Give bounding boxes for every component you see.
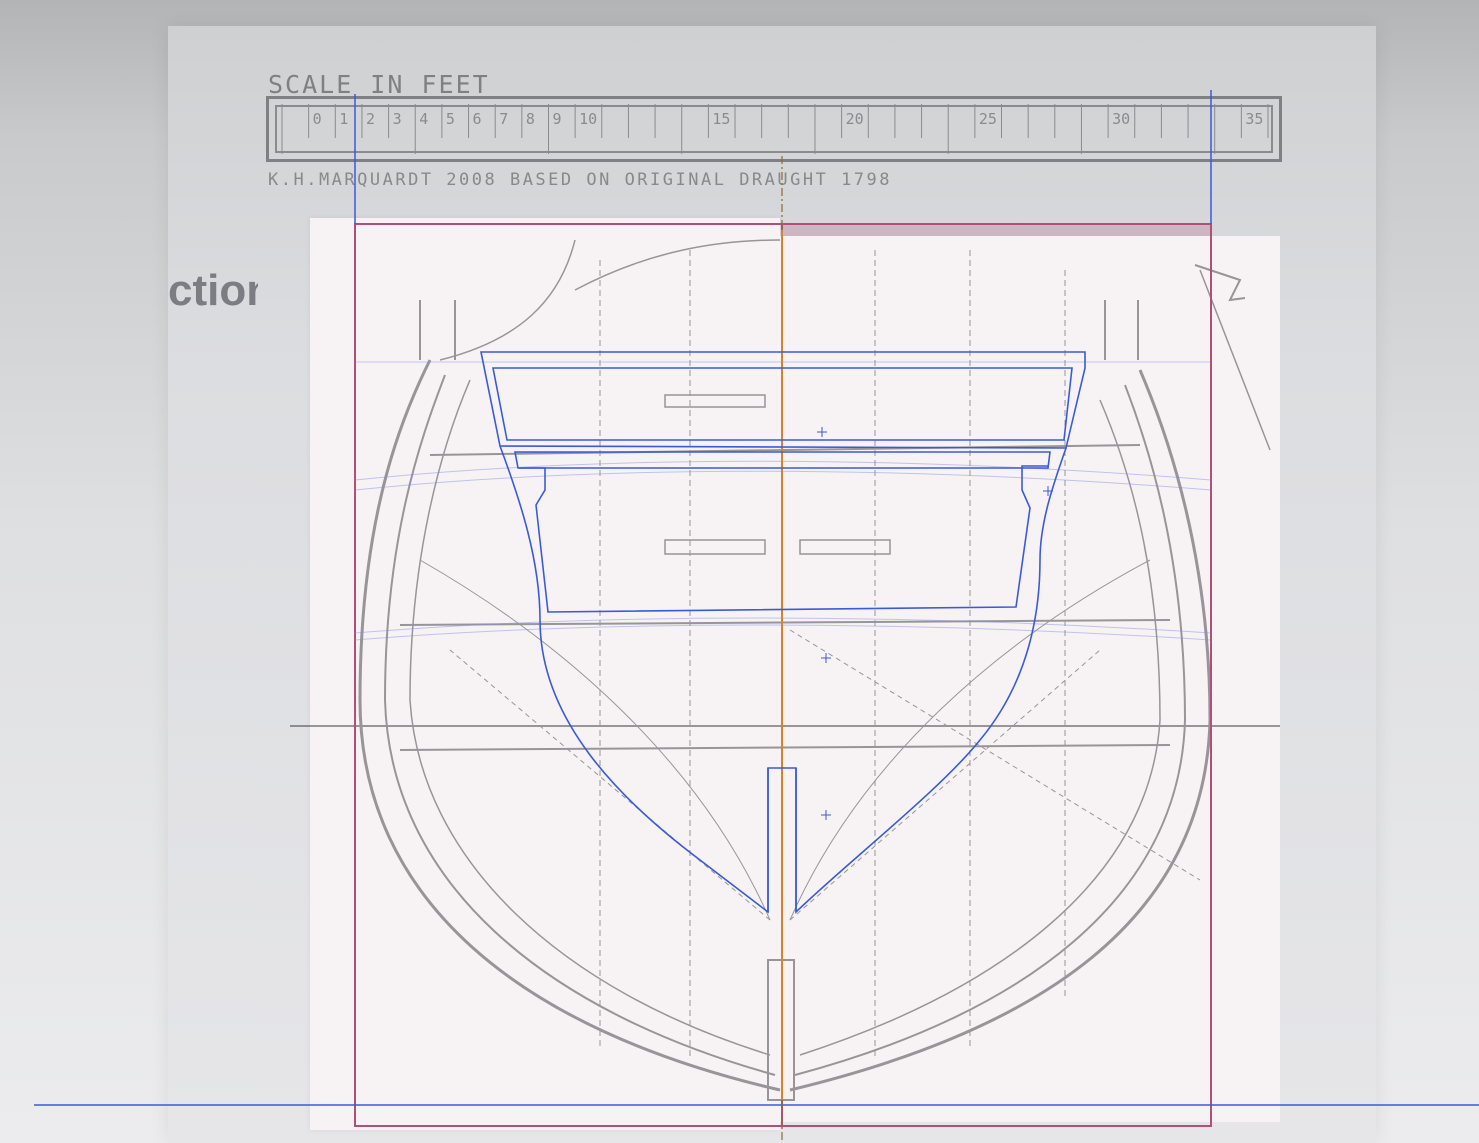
hull-outer-starboard	[789, 369, 1212, 1092]
scale-number: 5	[446, 110, 455, 128]
plus-crosshair-icon	[817, 427, 827, 437]
scale-number: 25	[979, 110, 997, 128]
scale-number: 6	[473, 110, 482, 128]
scale-number: 9	[552, 110, 561, 128]
rigging-mark	[1194, 264, 1246, 302]
plus-crosshair-icon	[821, 810, 831, 820]
hull-drawing	[290, 239, 1280, 1101]
scale-number: 2	[366, 110, 375, 128]
scale-number: 10	[579, 110, 597, 128]
bulwark-port	[439, 239, 576, 361]
scale-number: 20	[846, 110, 864, 128]
frame-rect-right-tint	[782, 224, 1211, 236]
bulwark-top	[574, 239, 781, 291]
scale-number: 4	[419, 110, 428, 128]
hull-inner-starboard	[794, 384, 1187, 1076]
frame-rect-right	[781, 223, 1212, 1127]
hull-plank-port	[409, 379, 771, 1056]
scale-number: 15	[712, 110, 730, 128]
diagonal-2	[789, 649, 1101, 921]
scale-number: 1	[339, 110, 348, 128]
capstan-port	[664, 539, 766, 555]
diagonal-1	[789, 629, 1201, 881]
canvas-overlay[interactable]: 0 1 2 3 4 5 6 7 8 9 10 15 20 25 30 35	[0, 0, 1479, 1143]
mid-deck-trace	[519, 465, 1048, 613]
capstan-top	[664, 394, 766, 408]
scale-number: 30	[1112, 110, 1130, 128]
scale-ticks: 0 1 2 3 4 5 6 7 8 9 10 15 20 25 30 35	[281, 104, 1269, 154]
davit-port	[419, 300, 456, 360]
scale-number: 8	[526, 110, 535, 128]
diagonal-3	[449, 649, 771, 921]
scale-number: 3	[393, 110, 402, 128]
capstan-starboard	[799, 539, 891, 555]
davit-starboard	[1104, 300, 1139, 360]
scale-number: 35	[1245, 110, 1263, 128]
scale-number: 7	[499, 110, 508, 128]
hull-plank-starboard	[799, 399, 1161, 1056]
deck-lower	[399, 744, 1171, 751]
scale-number: 0	[313, 110, 322, 128]
